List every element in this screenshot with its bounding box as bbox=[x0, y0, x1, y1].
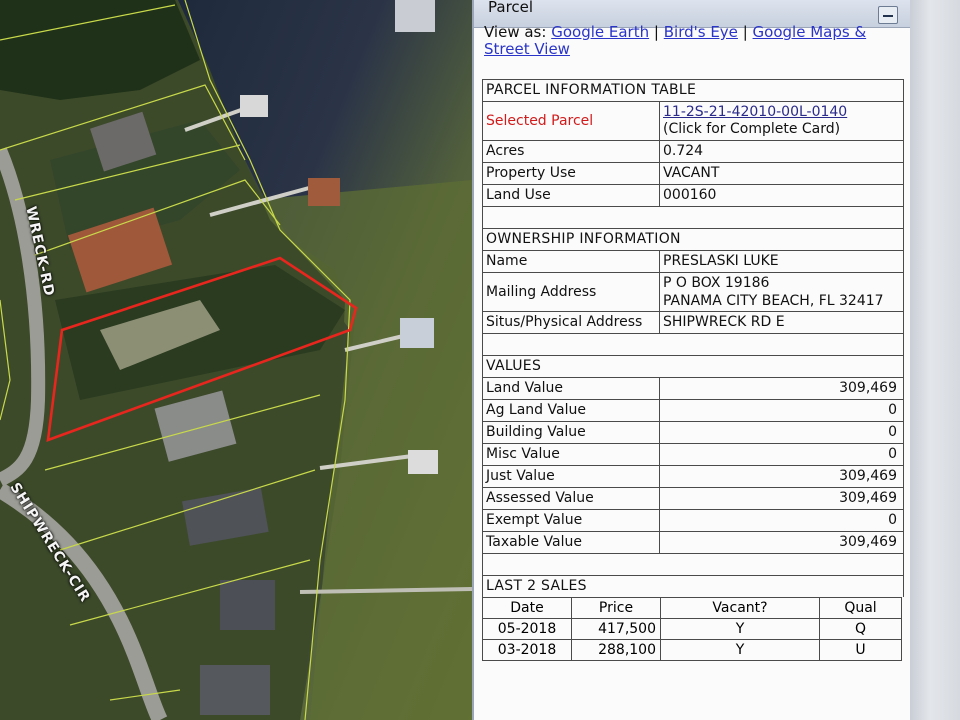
land-use-value: 000160 bbox=[659, 184, 904, 207]
sale-qual: Q bbox=[819, 618, 902, 640]
value-amount: 0 bbox=[659, 421, 904, 444]
value-amount: 309,469 bbox=[659, 377, 904, 400]
collapse-button[interactable] bbox=[878, 6, 898, 24]
sale-vacant: Y bbox=[660, 639, 820, 661]
sales-heading: LAST 2 SALES bbox=[482, 575, 904, 597]
spacer-row bbox=[482, 333, 904, 356]
parcel-panel: Parcel View as: Google Earth | Bird's Ey… bbox=[472, 0, 912, 720]
sales-row: 03-2018 288,100 Y U bbox=[482, 639, 902, 661]
selected-parcel-label: Selected Parcel bbox=[482, 101, 660, 141]
sale-date: 05-2018 bbox=[482, 618, 572, 640]
complete-card-link[interactable]: (Click for Complete Card) bbox=[663, 121, 900, 138]
sale-vacant: Y bbox=[660, 618, 820, 640]
aerial-map[interactable]: WRECK-RD SHIPWRECK-CIR bbox=[0, 0, 472, 720]
value-amount: 309,469 bbox=[659, 487, 904, 510]
value-label: Building Value bbox=[482, 421, 660, 444]
owner-name-label: Name bbox=[482, 250, 660, 273]
value-label: Land Value bbox=[482, 377, 660, 400]
link-separator: | bbox=[742, 23, 748, 41]
sale-price: 288,100 bbox=[571, 639, 661, 661]
sales-col-vacant: Vacant? bbox=[660, 597, 820, 619]
value-label: Taxable Value bbox=[482, 531, 660, 554]
property-use-label: Property Use bbox=[482, 162, 660, 185]
mailing-address-label: Mailing Address bbox=[482, 272, 660, 312]
minus-icon bbox=[883, 15, 893, 17]
sales-table: Date Price Vacant? Qual 05-2018 417,500 … bbox=[482, 597, 902, 661]
value-label: Exempt Value bbox=[482, 509, 660, 532]
parcel-information-table: PARCEL INFORMATION TABLE Selected Parcel… bbox=[482, 79, 904, 597]
parcel-info-heading: PARCEL INFORMATION TABLE bbox=[482, 79, 904, 102]
sales-col-date: Date bbox=[482, 597, 572, 619]
spacer-row bbox=[482, 553, 904, 576]
birds-eye-link[interactable]: Bird's Eye bbox=[664, 23, 738, 41]
window-edge bbox=[910, 0, 960, 720]
panel-title: Parcel bbox=[488, 0, 534, 16]
sale-price: 417,500 bbox=[571, 618, 661, 640]
sale-qual: U bbox=[819, 639, 902, 661]
situs-address-value: SHIPWRECK RD E bbox=[659, 311, 904, 334]
values-heading: VALUES bbox=[482, 355, 904, 378]
sale-date: 03-2018 bbox=[482, 639, 572, 661]
property-use-value: VACANT bbox=[659, 162, 904, 185]
value-amount: 309,469 bbox=[659, 465, 904, 488]
link-separator: | bbox=[653, 23, 659, 41]
acres-label: Acres bbox=[482, 140, 660, 163]
spacer-row bbox=[482, 206, 904, 229]
view-as-links: View as: Google Earth | Bird's Eye | Goo… bbox=[484, 24, 904, 58]
land-use-label: Land Use bbox=[482, 184, 660, 207]
value-amount: 0 bbox=[659, 509, 904, 532]
acres-value: 0.724 bbox=[659, 140, 904, 163]
value-label: Assessed Value bbox=[482, 487, 660, 510]
sales-col-price: Price bbox=[571, 597, 661, 619]
value-label: Just Value bbox=[482, 465, 660, 488]
value-amount: 309,469 bbox=[659, 531, 904, 554]
parcel-id-link[interactable]: 11-2S-21-42010-00L-0140 bbox=[663, 104, 900, 121]
view-as-label: View as: bbox=[484, 23, 547, 41]
google-earth-link[interactable]: Google Earth bbox=[551, 23, 649, 41]
mailing-address-line2: PANAMA CITY BEACH, FL 32417 bbox=[663, 293, 884, 309]
situs-address-label: Situs/Physical Address bbox=[482, 311, 660, 334]
value-amount: 0 bbox=[659, 399, 904, 422]
sales-table-wrap: Date Price Vacant? Qual 05-2018 417,500 … bbox=[482, 597, 904, 661]
value-label: Ag Land Value bbox=[482, 399, 660, 422]
sales-col-qual: Qual bbox=[819, 597, 902, 619]
value-amount: 0 bbox=[659, 443, 904, 466]
value-label: Misc Value bbox=[482, 443, 660, 466]
ownership-heading: OWNERSHIP INFORMATION bbox=[482, 228, 904, 251]
owner-name-value: PRESLASKI LUKE bbox=[659, 250, 904, 273]
mailing-address-line1: P O BOX 19186 bbox=[663, 275, 770, 291]
sales-row: 05-2018 417,500 Y Q bbox=[482, 618, 902, 640]
aerial-imagery bbox=[0, 0, 472, 720]
